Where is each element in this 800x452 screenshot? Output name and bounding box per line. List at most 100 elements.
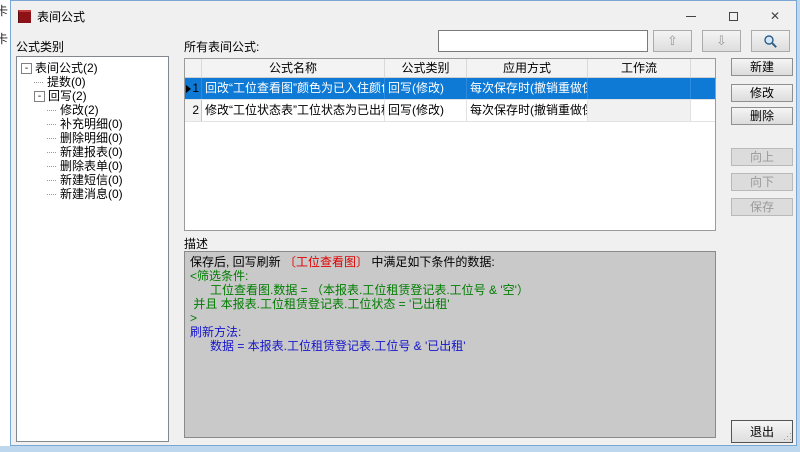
window-controls: ✕	[670, 1, 796, 31]
move-up-button[interactable]: 向上	[731, 148, 793, 166]
collapse-icon[interactable]: -	[21, 63, 32, 74]
minimize-button[interactable]	[670, 1, 712, 31]
cell-workflow[interactable]	[588, 78, 691, 99]
cell-workflow[interactable]	[588, 100, 691, 121]
description-line: 并且 本报表.工位租赁登记表.工位状态 = '已出租'	[190, 297, 710, 311]
description-segment: <筛选条件:	[190, 269, 248, 283]
row-header[interactable]: 2	[185, 100, 202, 121]
search-button[interactable]	[751, 30, 790, 52]
description-line: 保存后, 回写刷新 〔工位查看图〕 中满足如下条件的数据:	[190, 255, 710, 269]
find-next-button[interactable]: ⇩	[702, 30, 741, 52]
formula-dialog: 表间公式 ✕ 公式类别 所有表间公式: ⇧ ⇩ -表间公式(2)提数(0)-回写…	[10, 0, 797, 446]
search-input[interactable]	[438, 30, 648, 52]
tree-item-label: 新建短信(0)	[60, 173, 123, 187]
tree-branch-line	[47, 110, 56, 111]
cell-apply-mode[interactable]: 每次保存时(撤销重做保	[467, 78, 588, 99]
tree-branch-line	[47, 180, 56, 181]
save-button[interactable]: 保存	[731, 198, 793, 216]
tree-item[interactable]: 修改(2)	[17, 103, 168, 117]
cell-formula-name[interactable]: 回改“工位查看图”颜色为已入住颜色	[202, 78, 385, 99]
description-segment: 保存后, 回写刷新	[190, 255, 284, 269]
tree-item[interactable]: 删除明细(0)	[17, 131, 168, 145]
formula-grid: 公式名称公式类别应用方式工作流 1回改“工位查看图”颜色为已入住颜色回写(修改)…	[184, 58, 716, 231]
maximize-button[interactable]	[712, 1, 754, 31]
tree-branch-line	[47, 124, 56, 125]
tree-branch-line	[47, 152, 56, 153]
description-segment: 刷新方法:	[190, 325, 241, 339]
tree-item-label: 回写(2)	[48, 89, 87, 103]
category-tree: -表间公式(2)提数(0)-回写(2)修改(2)补充明细(0)删除明细(0)新建…	[16, 56, 169, 442]
cell-formula-type[interactable]: 回写(修改)	[385, 78, 467, 99]
column-header[interactable]: 公式名称	[202, 59, 385, 77]
background-window-bottom	[0, 446, 800, 452]
tree-item-label: 表间公式(2)	[35, 61, 98, 75]
background-text-fragment: 卡	[0, 30, 8, 47]
new-button[interactable]: 新建	[731, 58, 793, 76]
maximize-icon	[729, 12, 738, 21]
exit-button[interactable]: 退出	[731, 420, 793, 443]
find-previous-button[interactable]: ⇧	[653, 30, 692, 52]
window-title: 表间公式	[37, 8, 85, 25]
arrow-down-icon: ⇩	[716, 33, 727, 49]
modify-button[interactable]: 修改	[731, 84, 793, 102]
column-header[interactable]: 应用方式	[467, 59, 588, 77]
close-button[interactable]: ✕	[754, 1, 796, 31]
grid-header: 公式名称公式类别应用方式工作流	[185, 59, 715, 78]
tree-item[interactable]: 新建消息(0)	[17, 187, 168, 201]
row-filler	[691, 100, 715, 121]
description-panel: 保存后, 回写刷新 〔工位查看图〕 中满足如下条件的数据:<筛选条件: 工位查看…	[184, 251, 716, 438]
delete-button[interactable]: 删除	[731, 107, 793, 125]
description-segment: >	[190, 311, 197, 325]
move-down-button[interactable]: 向下	[731, 173, 793, 191]
header-filler	[691, 59, 715, 77]
table-row[interactable]: 2修改“工位状态表”工位状态为已出租回写(修改)每次保存时(撤销重做保	[185, 100, 715, 122]
row-header[interactable]: 1	[185, 78, 202, 99]
tree-item[interactable]: -回写(2)	[17, 89, 168, 103]
close-icon: ✕	[770, 10, 780, 22]
tree-branch-line	[47, 194, 56, 195]
tree-item[interactable]: -表间公式(2)	[17, 61, 168, 75]
tree-item[interactable]: 补充明细(0)	[17, 117, 168, 131]
tree-branch-line	[34, 82, 43, 83]
all-formulas-label: 所有表间公式:	[184, 38, 259, 55]
row-filler	[691, 78, 715, 99]
description-line: <筛选条件:	[190, 269, 710, 283]
tree-item[interactable]: 提数(0)	[17, 75, 168, 89]
tree-item-label: 补充明细(0)	[60, 117, 123, 131]
cell-formula-name[interactable]: 修改“工位状态表”工位状态为已出租	[202, 100, 385, 121]
tree-item-label: 修改(2)	[60, 103, 99, 117]
description-segment: 数据 = 本报表.工位租赁登记表.工位号 & '已出租'	[190, 339, 466, 353]
tree-item-label: 删除明细(0)	[60, 131, 123, 145]
description-line: 工位查看图.数据 = （本报表.工位租赁登记表.工位号 & '空'）	[190, 283, 710, 297]
background-text-fragment: 卡	[0, 2, 8, 19]
tree-item-label: 新建消息(0)	[60, 187, 123, 201]
description-line: >	[190, 311, 710, 325]
title-bar[interactable]: 表间公式 ✕	[11, 1, 796, 31]
column-header[interactable]: 公式类别	[385, 59, 467, 77]
cell-formula-type[interactable]: 回写(修改)	[385, 100, 467, 121]
collapse-icon[interactable]: -	[34, 91, 45, 102]
tree-item[interactable]: 新建报表(0)	[17, 145, 168, 159]
description-line: 数据 = 本报表.工位租赁登记表.工位号 & '已出租'	[190, 339, 710, 353]
current-row-icon	[186, 85, 191, 93]
cell-apply-mode[interactable]: 每次保存时(撤销重做保	[467, 100, 588, 121]
tree-branch-line	[47, 166, 56, 167]
minimize-icon	[686, 16, 696, 17]
screen: { "window": { "title": "表间公式", "minimize…	[0, 0, 800, 452]
row-header-corner	[185, 59, 202, 77]
arrow-up-icon: ⇧	[667, 33, 678, 49]
tree-branch-line	[47, 138, 56, 139]
grid-body: 1回改“工位查看图”颜色为已入住颜色回写(修改)每次保存时(撤销重做保2修改“工…	[185, 78, 715, 122]
tree-item[interactable]: 新建短信(0)	[17, 173, 168, 187]
tree-item-label: 新建报表(0)	[60, 145, 123, 159]
description-segment: 并且 本报表.工位租赁登记表.工位状态 = '已出租'	[190, 297, 450, 311]
description-segment: 〔工位查看图〕	[284, 255, 368, 269]
row-number: 2	[192, 100, 199, 121]
column-header[interactable]: 工作流	[588, 59, 691, 77]
row-number: 1	[192, 78, 199, 99]
description-segment: 工位查看图.数据 = （本报表.工位租赁登记表.工位号 & '空'）	[190, 283, 529, 297]
app-icon	[18, 10, 31, 23]
tree-item[interactable]: 删除表单(0)	[17, 159, 168, 173]
resize-grip-icon[interactable]	[787, 436, 788, 437]
table-row[interactable]: 1回改“工位查看图”颜色为已入住颜色回写(修改)每次保存时(撤销重做保	[185, 78, 715, 100]
